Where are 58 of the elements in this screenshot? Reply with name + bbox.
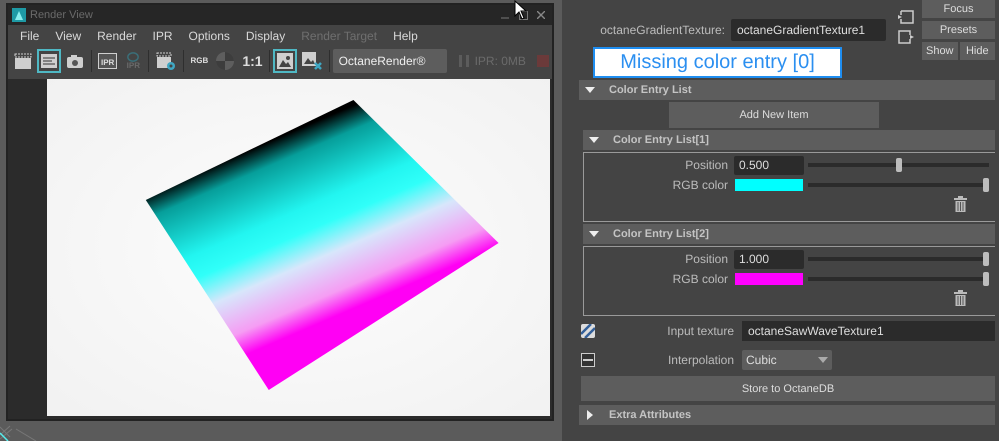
warning-message: Missing color entry [0] [593,47,842,78]
app-icon [12,8,26,22]
menu-item[interactable]: Help [385,29,426,43]
section-header[interactable]: Color Entry List[2] [583,224,995,244]
input-connection-icon[interactable] [898,10,914,24]
caret-icon [818,357,828,363]
slider-thumb[interactable] [983,252,989,266]
close-icon[interactable] [537,11,545,19]
menu-item[interactable]: Options [180,29,238,43]
node-name-field[interactable]: octaneGradientTexture1 [731,19,886,41]
menu-item[interactable]: File [12,29,48,43]
interpolation-icon[interactable] [581,353,595,367]
menu-item[interactable]: View [47,29,90,43]
field-label: Interpolation [666,353,735,367]
section-header[interactable]: Color Entry List[1] [583,130,995,150]
field-label: Position [684,158,729,172]
slider-thumb[interactable] [983,178,989,192]
image-icon[interactable] [272,49,297,73]
node-type-label: octaneGradientTexture: [600,23,725,37]
field-label: Input texture [666,324,735,338]
field-label: RGB color [672,178,729,192]
color-swatch[interactable] [735,179,803,191]
zoom-ratio-button[interactable]: 1:1 [239,49,266,73]
section-header[interactable]: Color Entry List [579,80,995,100]
side-button[interactable]: Focus [922,0,995,18]
menu-item[interactable]: Render [89,29,144,43]
clapperboard-icon[interactable] [37,49,61,73]
color-swatch[interactable] [735,273,803,285]
trash-icon[interactable] [954,196,967,212]
trash-icon[interactable] [954,290,967,306]
refresh-icon [126,52,140,62]
output-connection-icon[interactable] [898,30,914,44]
menu-item[interactable]: IPR [144,29,181,43]
field-label: RGB color [672,272,729,286]
add-item-button[interactable]: Add New Item [669,102,879,128]
input-texture-field[interactable]: octaneSawWaveTexture1 [742,321,995,341]
collapse-triangle-icon [585,85,595,95]
collapse-triangle-icon [589,135,599,145]
position-field[interactable]: 1.000 [734,250,804,268]
window-title: Render View [30,9,94,21]
expand-triangle-icon [585,410,595,420]
maximize-icon[interactable] [518,10,528,20]
slider-thumb[interactable] [983,272,989,286]
section-header[interactable]: Extra Attributes [579,405,995,425]
store-button[interactable]: Store to OctaneDB [581,376,995,401]
slider-thumb[interactable] [896,158,902,172]
field-label: Position [684,252,729,266]
side-button[interactable]: Presets [922,21,995,39]
collapse-triangle-icon [589,229,599,239]
side-button[interactable]: Show [922,42,958,60]
texture-icon[interactable] [581,324,595,338]
mouse-cursor-icon [514,0,528,20]
side-button[interactable]: Hide [960,42,995,60]
interpolation-dropdown[interactable]: Cubic [742,350,832,370]
position-field[interactable]: 0.500 [734,156,804,174]
rgb-channel-button[interactable]: RGB [187,49,212,73]
menu-item[interactable]: Display [238,29,294,43]
renderer-dropdown[interactable]: OctaneRender® [332,49,447,73]
